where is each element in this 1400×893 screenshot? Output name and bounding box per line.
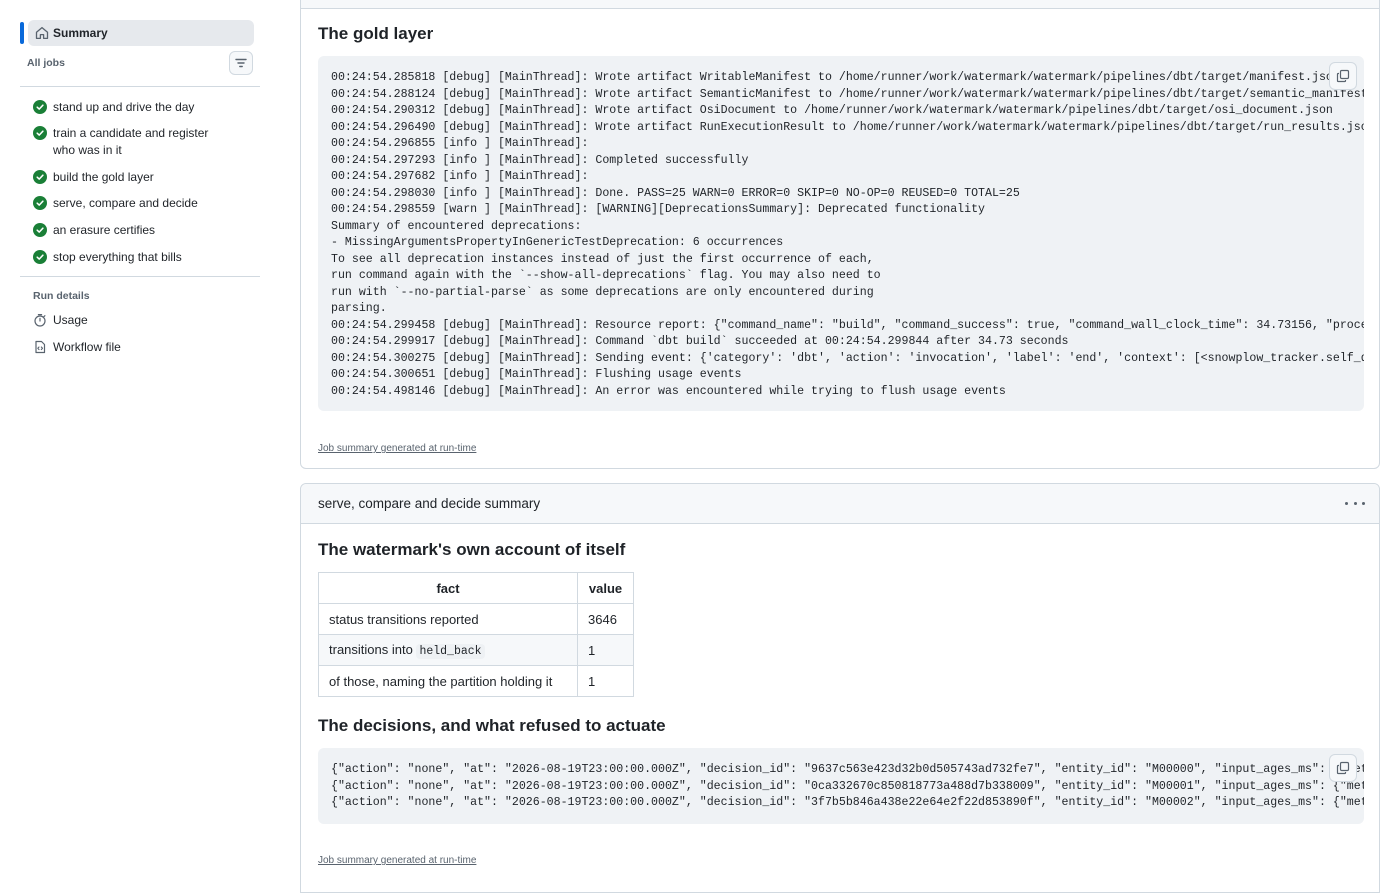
sidebar-item-job[interactable]: an erasure certifies	[33, 222, 253, 239]
table-header: value	[577, 572, 634, 604]
sidebar-item-job[interactable]: serve, compare and decide	[33, 195, 253, 212]
sidebar-item-summary[interactable]: Summary	[20, 20, 254, 46]
active-indicator	[20, 22, 24, 44]
section-heading: The gold layer	[318, 24, 434, 43]
kebab-dot	[1345, 501, 1348, 505]
job-label: stand up and drive the day	[53, 100, 195, 114]
home-icon	[35, 26, 49, 40]
job-summary-link[interactable]: Job summary generated at run-time	[318, 443, 476, 454]
sidebar-item-job[interactable]: stop everything that bills	[33, 249, 253, 266]
summary-pill[interactable]: Summary	[28, 20, 254, 46]
job-label: stop everything that bills	[53, 250, 182, 264]
table-row: of those, naming the partition holding i…	[318, 665, 634, 697]
table-header: fact	[318, 572, 578, 604]
card-title: serve, compare and decide summary	[318, 496, 541, 511]
copy-button[interactable]	[1329, 754, 1357, 782]
sidebar-item-job[interactable]: train a candidate and register who was i…	[33, 125, 223, 158]
kebab-dot	[1353, 501, 1357, 505]
sidebar: Summary All jobs stand up and drive the …	[0, 0, 280, 878]
filter-button[interactable]	[229, 51, 253, 75]
check-circle-icon	[33, 196, 47, 210]
job-summary-card-gold-layer: The gold layer 00:24:54.285818 [debug] […	[300, 0, 1380, 469]
job-label: build the gold layer	[53, 170, 154, 184]
sidebar-item-workflow-file[interactable]: Workflow file	[33, 340, 121, 354]
copy-icon	[1336, 69, 1350, 83]
fact-code: held_back	[416, 644, 485, 659]
value-cell: 1	[577, 665, 634, 697]
sidebar-item-job[interactable]: build the gold layer	[33, 169, 253, 186]
all-jobs-label: All jobs	[27, 57, 65, 69]
table-row: status transitions reported 3646	[318, 603, 634, 635]
sidebar-divider	[20, 86, 260, 87]
decisions-text: {"action": "none", "at": "2026-08-19T23:…	[331, 763, 1364, 809]
fact-cell: status transitions reported	[318, 603, 578, 635]
sidebar-item-usage[interactable]: Usage	[33, 313, 88, 327]
fact-cell: of those, naming the partition holding i…	[318, 665, 578, 697]
job-label: serve, compare and decide	[53, 196, 198, 210]
log-code-block: 00:24:54.285818 [debug] [MainThread]: Wr…	[318, 56, 1364, 411]
value-cell: 3646	[577, 603, 634, 635]
value-cell: 1	[577, 634, 634, 666]
table-row: transitions into held_back 1	[318, 634, 634, 666]
card-header-strip	[301, 0, 1379, 9]
stopwatch-icon	[34, 314, 46, 327]
facts-table: fact value status transitions reported 3…	[318, 572, 634, 697]
fact-text: transitions into	[329, 642, 413, 657]
table-header-row: fact value	[318, 572, 634, 604]
check-circle-icon	[33, 223, 47, 237]
sidebar-divider	[20, 276, 260, 277]
fact-cell: transitions into held_back	[318, 634, 578, 666]
check-circle-icon	[33, 126, 47, 140]
section-heading: The watermark's own account of itself	[318, 540, 626, 559]
check-circle-icon	[33, 100, 47, 114]
sidebar-item-job[interactable]: stand up and drive the day	[33, 99, 253, 116]
check-circle-icon	[33, 170, 47, 184]
filter-icon	[235, 58, 247, 68]
log-text: 00:24:54.285818 [debug] [MainThread]: Wr…	[331, 71, 1364, 398]
summary-label: Summary	[53, 26, 108, 40]
job-summary-link[interactable]: Job summary generated at run-time	[318, 855, 476, 866]
kebab-dot	[1362, 501, 1365, 505]
usage-label: Usage	[53, 313, 88, 327]
file-code-icon	[35, 340, 46, 354]
decisions-code-block: {"action": "none", "at": "2026-08-19T23:…	[318, 748, 1364, 824]
job-label: an erasure certifies	[53, 223, 156, 237]
workflow-file-label: Workflow file	[53, 340, 121, 354]
card-header: serve, compare and decide summary	[301, 484, 1379, 524]
copy-icon	[1336, 761, 1350, 775]
job-summary-card-serve: serve, compare and decide summary The wa…	[300, 483, 1380, 893]
section-heading: The decisions, and what refused to actua…	[318, 716, 666, 735]
more-options-button[interactable]	[1345, 494, 1365, 512]
check-circle-icon	[33, 250, 47, 264]
job-label: train a candidate and register who was i…	[53, 126, 209, 157]
copy-button[interactable]	[1329, 62, 1357, 90]
run-details-label: Run details	[33, 290, 90, 302]
